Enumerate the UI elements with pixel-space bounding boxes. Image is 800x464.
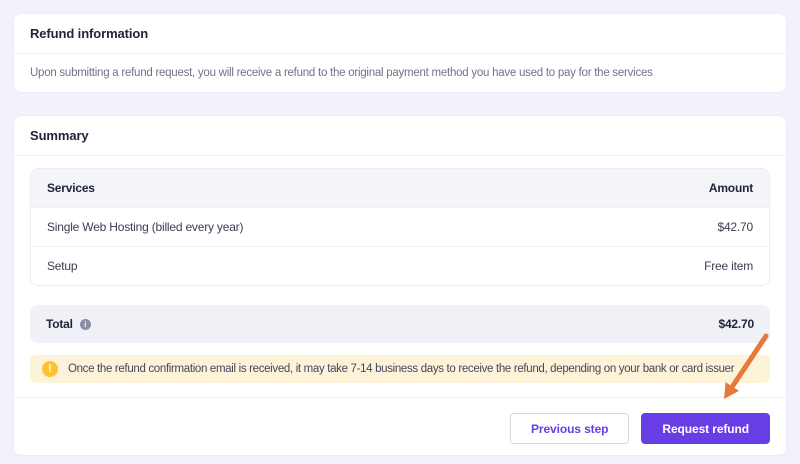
previous-step-button[interactable]: Previous step (509, 413, 630, 444)
table-row: Single Web Hosting (billed every year) $… (31, 207, 769, 246)
refund-information-title: Refund information (14, 14, 786, 54)
refund-information-card: Refund information Upon submitting a ref… (13, 13, 787, 93)
refund-information-description: Upon submitting a refund request, you wi… (30, 67, 653, 79)
info-circle-icon[interactable]: i (79, 318, 91, 330)
summary-card: Summary Services Amount Single Web Hosti… (13, 115, 787, 456)
service-name: Setup (47, 259, 78, 273)
services-table: Services Amount Single Web Hosting (bill… (30, 168, 770, 286)
summary-footer: Previous step Request refund (14, 397, 786, 455)
summary-title: Summary (14, 116, 786, 156)
services-table-header: Services Amount (31, 169, 769, 207)
summary-content: Services Amount Single Web Hosting (bill… (14, 156, 786, 383)
warning-circle-icon: ! (42, 361, 58, 377)
total-amount: $42.70 (718, 317, 754, 331)
amount-column-header: Amount (708, 181, 753, 195)
service-name: Single Web Hosting (billed every year) (47, 220, 244, 234)
service-amount: $42.70 (717, 220, 753, 234)
request-refund-button[interactable]: Request refund (641, 413, 770, 444)
total-row: Total i $42.70 (30, 305, 770, 343)
refund-page: Refund information Upon submitting a ref… (0, 0, 800, 464)
table-row: Setup Free item (31, 246, 769, 285)
service-amount: Free item (704, 259, 753, 273)
services-column-header: Services (47, 181, 95, 195)
refund-notice-banner: ! Once the refund confirmation email is … (30, 355, 770, 383)
refund-notice-text: Once the refund confirmation email is re… (68, 363, 735, 375)
total-label: Total (46, 317, 73, 331)
